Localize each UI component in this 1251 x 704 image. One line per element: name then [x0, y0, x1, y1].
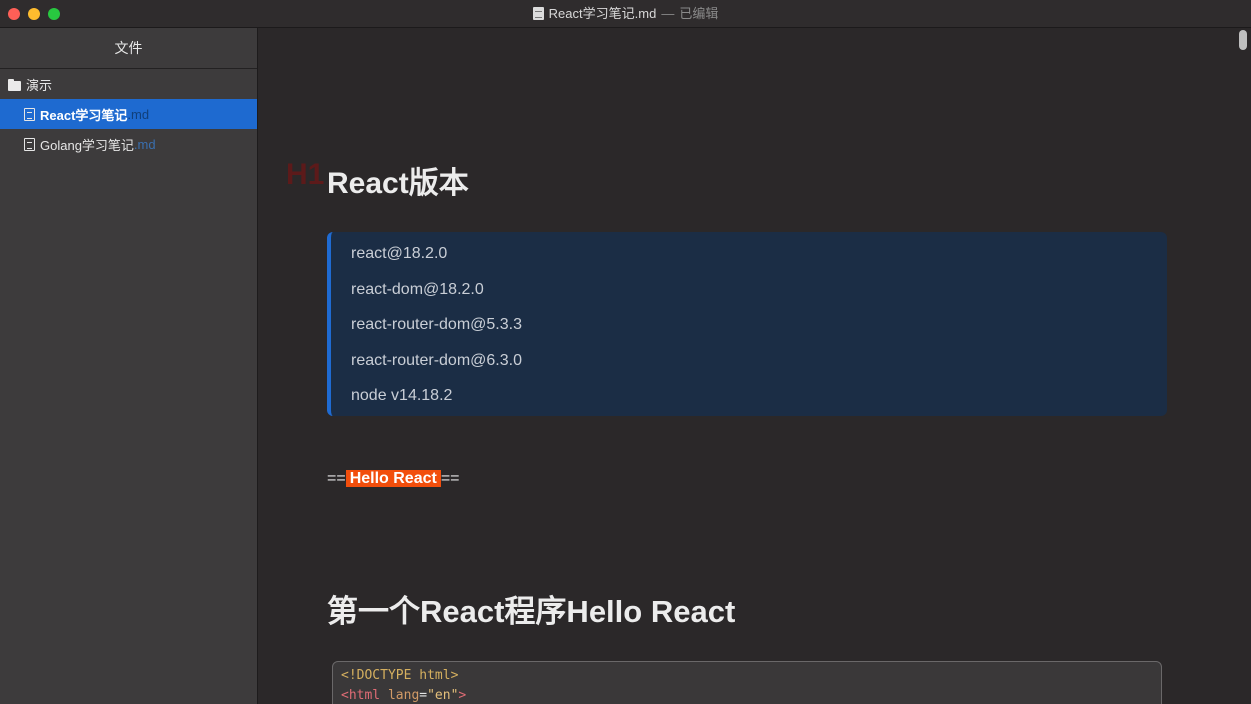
- file-name: Golang学习笔记: [40, 137, 134, 153]
- code-line: <!DOCTYPE html>: [341, 666, 1153, 686]
- editor-pane[interactable]: H1 React版本 react@18.2.0 react-dom@18.2.0…: [259, 28, 1251, 704]
- heading-2[interactable]: 第一个React程序Hello React: [327, 586, 735, 631]
- title-bar: React学习笔记.md — 已编辑: [0, 0, 1251, 28]
- window-filename: React学习笔记.md: [548, 6, 657, 21]
- title-separator: —: [661, 6, 675, 21]
- folder-item[interactable]: 演示: [0, 73, 257, 99]
- blockquote[interactable]: react@18.2.0 react-dom@18.2.0 react-rout…: [327, 232, 1167, 416]
- quote-line: node v14.18.2: [351, 387, 453, 404]
- quote-line: react-router-dom@5.3.3: [351, 316, 522, 333]
- file-ext: .md: [133, 136, 156, 152]
- edit-status: 已编辑: [679, 6, 719, 21]
- highlight-open-marker: ==: [327, 470, 346, 487]
- highlighted-text: Hello React: [345, 470, 441, 487]
- file-ext: .md: [127, 106, 150, 122]
- file-sidebar: 文件 演示 React学习笔记 .md Golang学习笔记 .md: [0, 28, 258, 704]
- code-tag-open: <html: [341, 688, 381, 703]
- code-eq: =: [419, 688, 428, 703]
- file-icon: [24, 107, 35, 121]
- code-attr: lang: [387, 688, 420, 703]
- code-tag-close: >: [458, 688, 467, 703]
- document-icon: [532, 7, 544, 20]
- file-item-golang[interactable]: Golang学习笔记 .md: [0, 129, 257, 159]
- code-block[interactable]: <!DOCTYPE html> <html lang="en">: [332, 661, 1162, 704]
- highlight-paragraph[interactable]: == Hello React ==: [327, 468, 460, 490]
- code-doctype: <!DOCTYPE html>: [341, 668, 459, 683]
- folder-icon: [8, 79, 21, 91]
- code-string: "en": [427, 688, 459, 703]
- file-tree: 演示 React学习笔记 .md Golang学习笔记 .md: [0, 69, 257, 159]
- quote-line: react@18.2.0: [351, 245, 448, 262]
- folder-label: 演示: [26, 78, 53, 93]
- window-title: React学习笔记.md — 已编辑: [0, 6, 1251, 22]
- heading-1[interactable]: React版本: [327, 158, 469, 202]
- file-icon: [24, 137, 35, 151]
- sidebar-header: 文件: [0, 28, 257, 69]
- file-name: React学习笔记: [40, 107, 128, 123]
- vertical-scrollbar[interactable]: [1239, 30, 1247, 50]
- quote-line: react-dom@18.2.0: [351, 280, 484, 298]
- code-line: <html lang="en">: [341, 686, 1153, 704]
- heading-level-marker: H1: [286, 158, 325, 191]
- file-item-react[interactable]: React学习笔记 .md: [0, 99, 257, 129]
- quote-line: react-router-dom@6.3.0: [351, 351, 522, 369]
- highlight-close-marker: ==: [440, 470, 460, 487]
